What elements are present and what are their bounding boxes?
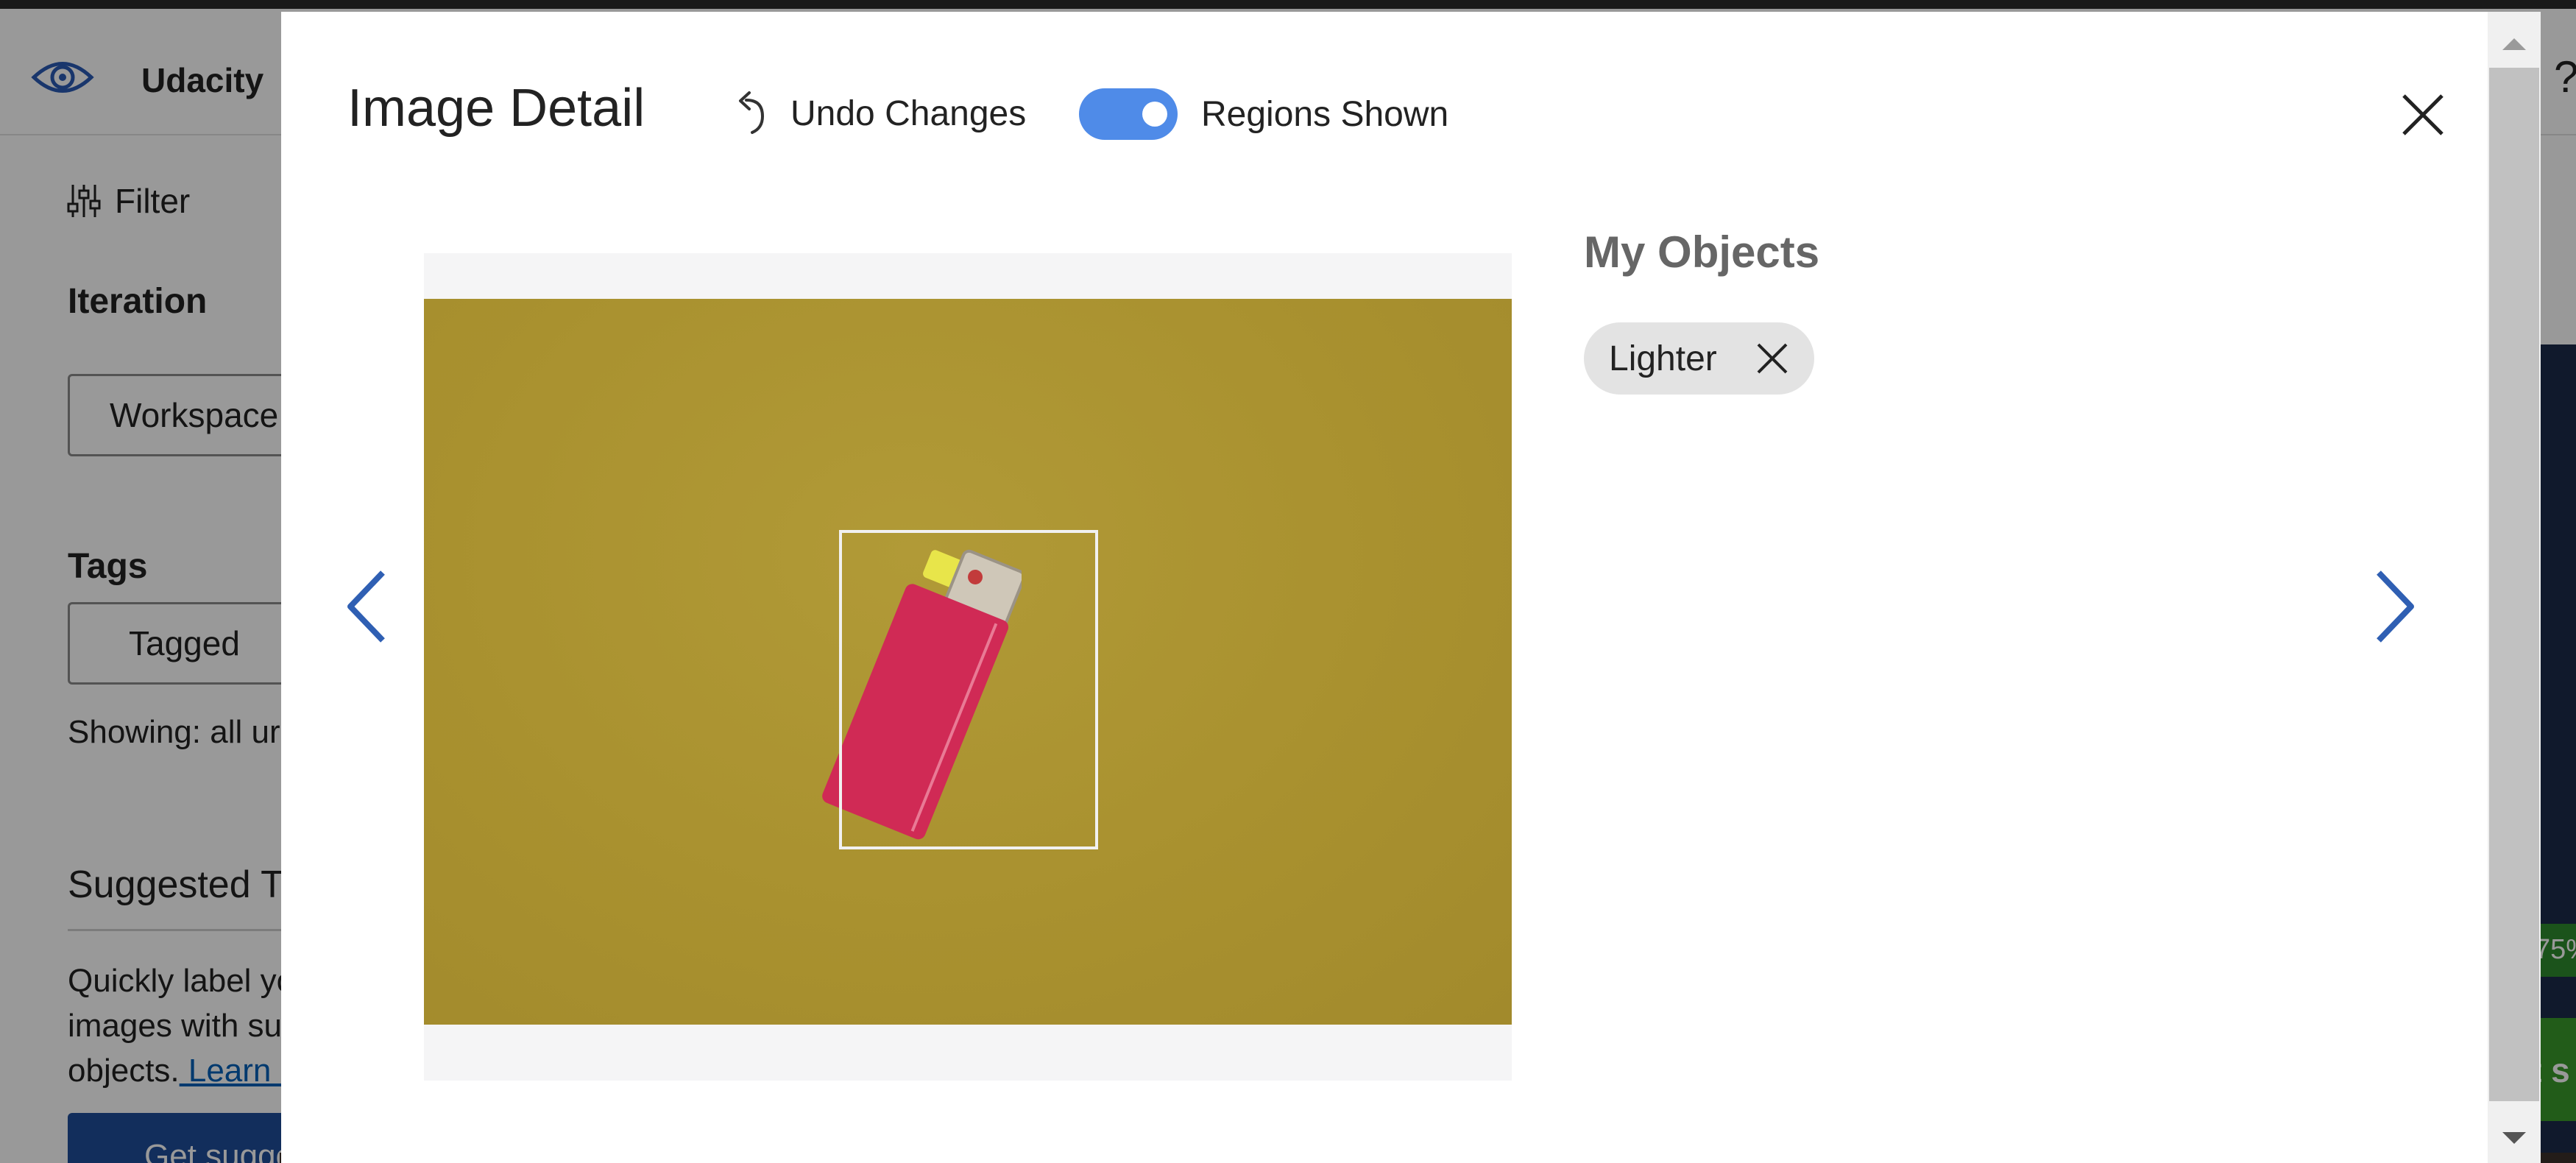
undo-arrow-icon (739, 91, 765, 134)
scrollbar-thumb[interactable] (2489, 68, 2539, 1101)
modal-title: Image Detail (347, 79, 645, 138)
regions-toggle-group: Regions Shown (1079, 88, 1448, 140)
close-x-icon[interactable] (1755, 342, 1789, 375)
regions-label: Regions Shown (1201, 94, 1449, 134)
tag-chip-lighter[interactable]: Lighter (1584, 322, 1814, 395)
scroll-down-arrow-icon[interactable] (2488, 1120, 2541, 1157)
chevron-left-icon[interactable] (344, 568, 389, 645)
undo-changes-button[interactable]: Undo Changes (730, 90, 1026, 137)
modal-scrollbar[interactable] (2488, 12, 2541, 1163)
scroll-up-arrow-icon[interactable] (2488, 24, 2541, 60)
photo-lighter[interactable] (424, 299, 1512, 1025)
undo-label: Undo Changes (790, 93, 1027, 133)
close-icon[interactable] (2392, 84, 2454, 146)
chevron-right-icon[interactable] (2373, 568, 2417, 645)
region-bounding-box[interactable] (839, 530, 1098, 849)
toggle-knob (1142, 102, 1167, 127)
tag-label: Lighter (1609, 339, 1717, 378)
image-viewer (424, 253, 1512, 1081)
image-detail-modal: Image Detail Undo Changes Regions Shown (281, 12, 2489, 1163)
my-objects-heading: My Objects (1584, 227, 1820, 277)
regions-shown-toggle[interactable] (1079, 88, 1178, 140)
